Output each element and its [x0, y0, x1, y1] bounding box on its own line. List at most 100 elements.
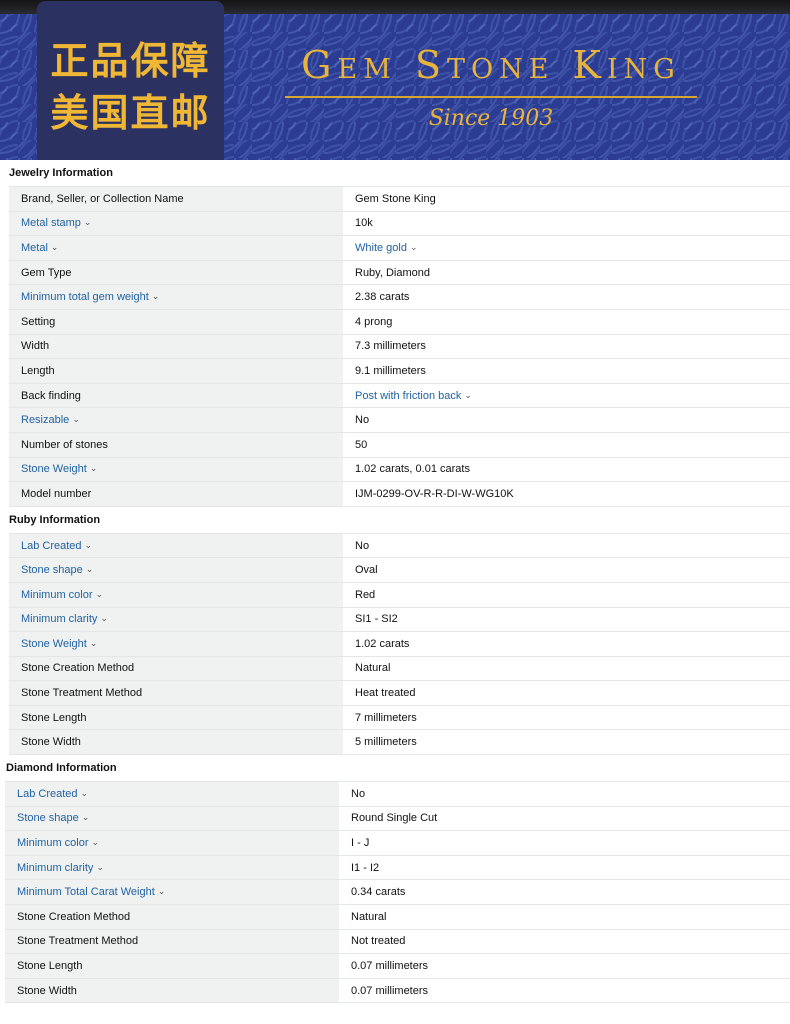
spec-label-cell: Lab Created ⌄ [5, 781, 339, 807]
table-row: Stone Weight ⌄ 1.02 carats, 0.01 carats [9, 457, 790, 483]
chevron-down-icon[interactable]: ⌄ [96, 589, 104, 600]
spec-label-link[interactable]: Stone Weight [21, 463, 87, 475]
chevron-down-icon[interactable]: ⌄ [100, 613, 108, 624]
table-row: Stone Weight ⌄ 1.02 carats [9, 631, 790, 657]
spec-label-cell: Stone Weight ⌄ [9, 457, 343, 483]
spec-label-link[interactable]: Stone Weight [21, 638, 87, 650]
spec-value: No [343, 407, 790, 433]
chevron-down-icon[interactable]: ⌄ [92, 837, 100, 848]
spec-label: Stone Creation Method [9, 656, 343, 682]
diamond-spec-table: Lab Created ⌄ No Stone shape ⌄ Round Single … [5, 781, 790, 1004]
spec-value: 50 [343, 432, 790, 458]
chevron-down-icon[interactable]: ⌄ [85, 540, 93, 551]
chevron-down-icon[interactable]: ⌄ [82, 812, 90, 823]
chevron-down-icon[interactable]: ⌄ [158, 886, 166, 897]
spec-value: No [339, 781, 790, 807]
table-row: Minimum color ⌄ Red [9, 582, 790, 608]
spec-label: Back finding [9, 383, 343, 409]
table-row: Stone Creation Method Natural [9, 656, 790, 682]
table-row: Model number IJM-0299-OV-R-R-DI-W-WG10K [9, 481, 790, 507]
spec-value: Ruby, Diamond [343, 260, 790, 286]
spec-value: 7.3 millimeters [343, 334, 790, 360]
spec-label-cell: Lab Created ⌄ [9, 532, 343, 559]
table-row: Stone Treatment Method Heat treated [9, 680, 790, 706]
chevron-down-icon[interactable]: ⌄ [464, 390, 472, 401]
spec-label-link[interactable]: Stone shape [17, 812, 79, 824]
spec-label-link[interactable]: Metal stamp [21, 217, 81, 229]
spec-value: Natural [343, 656, 790, 682]
spec-label: Number of stones [9, 432, 343, 458]
spec-label-cell: Minimum color ⌄ [5, 830, 339, 856]
spec-label-cell: Minimum Total Carat Weight ⌄ [5, 879, 339, 906]
spec-label-link[interactable]: Metal [21, 242, 48, 254]
chevron-down-icon[interactable]: ⌄ [51, 242, 59, 253]
spec-label-cell: Stone shape ⌄ [9, 557, 343, 583]
spec-value: 0.34 carats [339, 879, 790, 906]
spec-label-link[interactable]: Stone shape [21, 564, 83, 576]
jewelry-information-section: Jewelry Information Brand, Seller, or Co… [0, 160, 790, 507]
chevron-down-icon[interactable]: ⌄ [410, 242, 418, 253]
spec-label-link[interactable]: Minimum color [21, 589, 93, 601]
spec-value: Gem Stone King [343, 186, 790, 212]
table-row: Minimum clarity ⌄ SI1 - SI2 [9, 607, 790, 633]
spec-label-cell: Minimum total gem weight ⌄ [9, 284, 343, 310]
spec-label-link[interactable]: Lab Created [17, 788, 78, 800]
chevron-down-icon[interactable]: ⌄ [96, 862, 104, 873]
spec-value: Round Single Cut [339, 806, 790, 832]
chevron-down-icon[interactable]: ⌄ [152, 291, 160, 302]
chevron-down-icon[interactable]: ⌄ [90, 463, 98, 474]
section-title-jewelry: Jewelry Information [9, 167, 113, 179]
spec-value-cell: White gold ⌄ [343, 235, 790, 261]
spec-value: 10k [343, 211, 790, 237]
diamond-information-section: Diamond Information Lab Created ⌄ No Stone… [0, 755, 790, 1004]
table-row: Resizable ⌄ No [9, 407, 790, 433]
chevron-down-icon[interactable]: ⌄ [84, 217, 92, 228]
spec-value-cell: Post with friction back ⌄ [343, 383, 790, 409]
spec-value: 1.02 carats, 0.01 carats [343, 457, 790, 483]
table-row: Minimum Total Carat Weight ⌄ 0.34 carats [5, 879, 790, 906]
spec-label-link[interactable]: Minimum clarity [21, 613, 97, 625]
table-row: Stone shape ⌄ Oval [9, 557, 790, 583]
spec-label-link[interactable]: Minimum total gem weight [21, 291, 149, 303]
spec-value-link[interactable]: Post with friction back [355, 390, 461, 402]
table-row: Width 7.3 millimeters [9, 334, 790, 360]
spec-value-link[interactable]: White gold [355, 242, 407, 254]
chevron-down-icon[interactable]: ⌄ [72, 414, 80, 425]
chevron-down-icon[interactable]: ⌄ [81, 788, 89, 799]
spec-label: Brand, Seller, or Collection Name [9, 186, 343, 212]
table-row: Stone Width 5 millimeters [9, 729, 790, 756]
spec-value: I - J [339, 830, 790, 856]
table-row: Lab Created ⌄ No [9, 532, 790, 559]
spec-label-cell: Stone Weight ⌄ [9, 631, 343, 657]
spec-label-cell: Metal stamp ⌄ [9, 211, 343, 237]
spec-value: Red [343, 582, 790, 608]
spec-label-link[interactable]: Minimum color [17, 837, 89, 849]
table-row: Stone Creation Method Natural [5, 904, 790, 930]
chevron-down-icon[interactable]: ⌄ [90, 638, 98, 649]
spec-label: Stone Creation Method [5, 904, 339, 930]
spec-value: No [343, 532, 790, 559]
table-row: Brand, Seller, or Collection Name Gem Sto… [9, 186, 790, 212]
authenticity-badge: 正品保障 美国直邮 [37, 1, 224, 160]
spec-value: 7 millimeters [343, 705, 790, 731]
spec-value: 0.07 millimeters [339, 978, 790, 1004]
spec-label-link[interactable]: Minimum Total Carat Weight [17, 886, 155, 898]
spec-value: Natural [339, 904, 790, 930]
table-row: Stone Length 0.07 millimeters [5, 953, 790, 979]
jewelry-spec-table: Brand, Seller, or Collection Name Gem Sto… [9, 186, 790, 507]
spec-label-cell: Minimum clarity ⌄ [9, 607, 343, 633]
spec-label-link[interactable]: Resizable [21, 414, 69, 426]
table-row: Setting 4 prong [9, 309, 790, 335]
table-row: Stone shape ⌄ Round Single Cut [5, 806, 790, 832]
spec-value: Oval [343, 557, 790, 583]
table-row: Minimum color ⌄ I - J [5, 830, 790, 856]
badge-line-1: 正品保障 [50, 39, 211, 83]
brand-name: Gem Stone King [301, 43, 681, 87]
section-title-diamond: Diamond Information [6, 762, 117, 775]
spec-label-link[interactable]: Lab Created [21, 540, 82, 552]
chevron-down-icon[interactable]: ⌄ [86, 564, 94, 575]
spec-label-cell: Minimum clarity ⌄ [5, 855, 339, 881]
spec-label: Length [9, 358, 343, 384]
spec-label-link[interactable]: Minimum clarity [17, 862, 93, 874]
spec-label: Stone Length [5, 953, 339, 979]
